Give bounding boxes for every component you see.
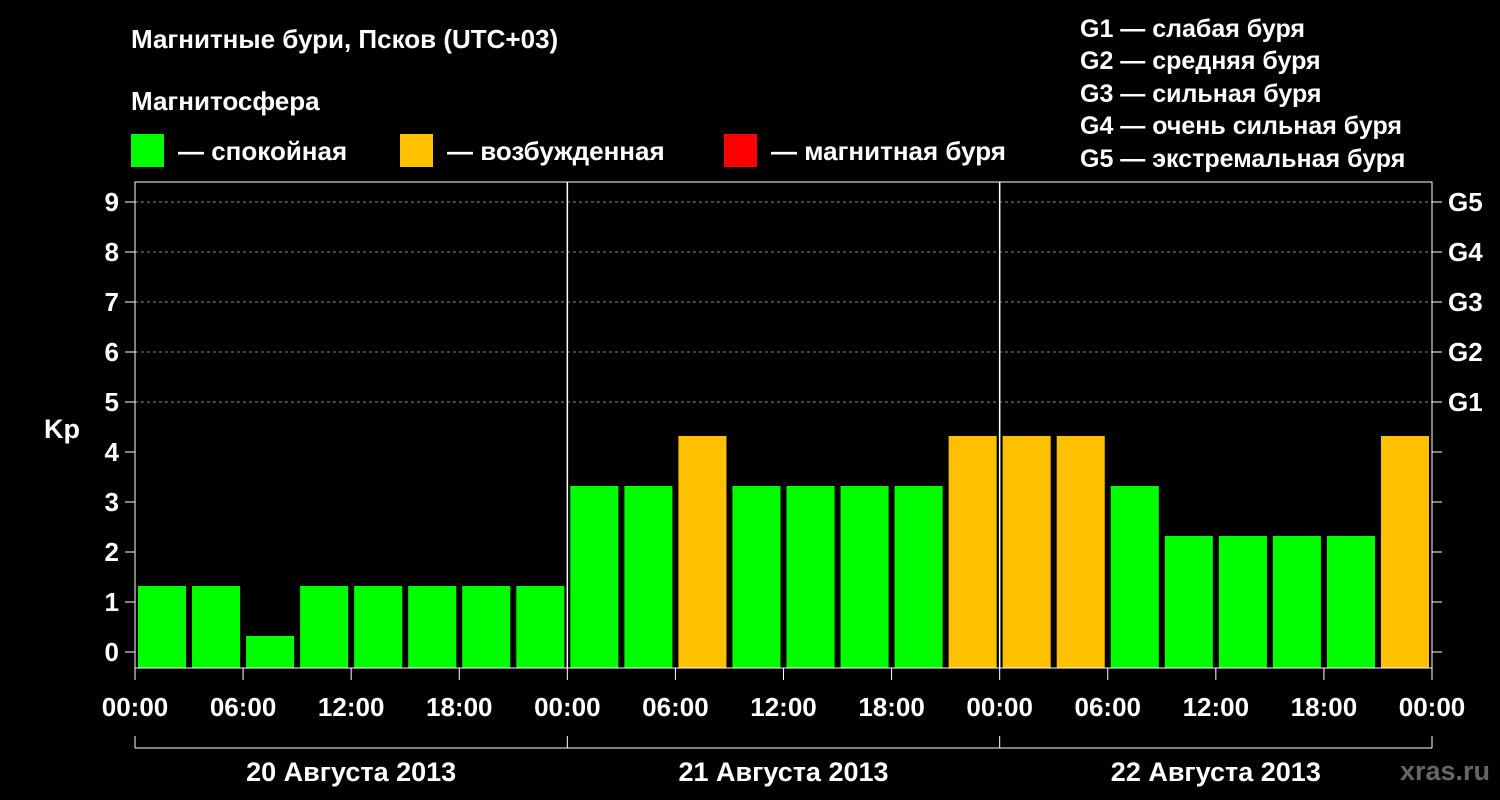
kp-bar (246, 636, 295, 668)
kp-bar (1110, 486, 1159, 668)
kp-bars (138, 436, 1429, 668)
g-level-label: G4 (1448, 237, 1483, 267)
x-tick-label: 06:00 (1075, 692, 1142, 722)
day-label: 20 Августа 2013 (246, 757, 456, 787)
kp-bar (840, 486, 889, 668)
grid-lines (135, 201, 1432, 403)
kp-bar (732, 486, 781, 668)
g-level-label: G1 (1448, 387, 1483, 417)
kp-bar (894, 486, 943, 668)
kp-bar (462, 586, 511, 668)
x-tick-label: 06:00 (642, 692, 709, 722)
y-tick-label: 4 (105, 437, 120, 467)
y-tick-label: 9 (105, 187, 119, 217)
x-tick-label: 00:00 (534, 692, 601, 722)
kp-bar (408, 586, 457, 668)
kp-bar (1164, 536, 1213, 668)
y-tick-label: 7 (105, 287, 119, 317)
y-tick-label: 2 (105, 537, 119, 567)
y-axis-label: Kp (44, 414, 80, 444)
x-tick-label: 00:00 (102, 692, 169, 722)
x-tick-label: 12:00 (318, 692, 385, 722)
y-tick-label: 1 (105, 587, 119, 617)
day-label: 21 Августа 2013 (678, 757, 888, 787)
y-tick-label: 8 (105, 237, 119, 267)
x-tick-label: 18:00 (1291, 692, 1358, 722)
kp-bar (354, 586, 403, 668)
x-tick-label: 12:00 (750, 692, 817, 722)
g-level-label: G2 (1448, 337, 1483, 367)
kp-bar (948, 436, 997, 668)
kp-bar (300, 586, 349, 668)
y-tick-label: 6 (105, 337, 119, 367)
y-tick-label: 3 (105, 487, 119, 517)
y-tick-label: 0 (105, 637, 119, 667)
kp-bar (1002, 436, 1051, 668)
kp-bar (1056, 436, 1105, 668)
watermark: xras.ru (1399, 756, 1490, 786)
kp-bar-chart: 0 1 2 3 4 5 6 7 8 9 G1 G2 G3 G4 G5 00:00 06:00 12:00 18:00… (44, 181, 1483, 787)
kp-bar (786, 486, 835, 668)
kp-bar (624, 486, 673, 668)
kp-bar (678, 436, 727, 668)
x-tick-label: 12:00 (1183, 692, 1250, 722)
kp-bar (1380, 436, 1429, 668)
kp-bar (1218, 536, 1267, 668)
kp-bar (1272, 536, 1321, 668)
kp-bar (192, 586, 241, 668)
g-level-label: G5 (1448, 187, 1483, 217)
x-tick-label: 06:00 (210, 692, 277, 722)
x-tick-label: 00:00 (966, 692, 1033, 722)
x-tick-label: 18:00 (858, 692, 925, 722)
x-tick-label: 18:00 (426, 692, 493, 722)
day-label: 22 Августа 2013 (1111, 757, 1321, 787)
g-level-label: G3 (1448, 287, 1483, 317)
x-tick-label: 00:00 (1399, 692, 1466, 722)
y-tick-label: 5 (105, 387, 119, 417)
kp-bar (138, 586, 187, 668)
kp-bar (516, 586, 565, 668)
kp-bar (570, 486, 619, 668)
kp-bar (1326, 536, 1375, 668)
